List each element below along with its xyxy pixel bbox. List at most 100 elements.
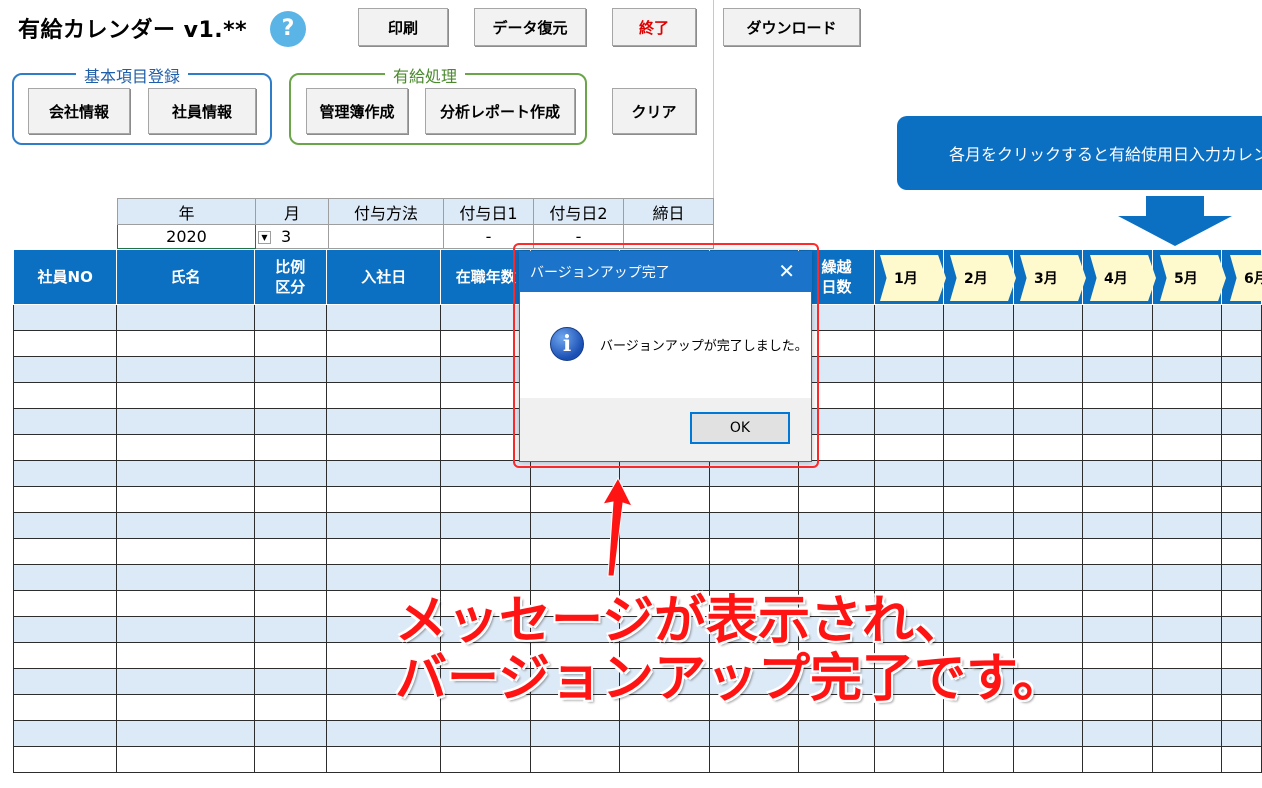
table-cell[interactable]: [1221, 407, 1262, 435]
table-cell[interactable]: [873, 719, 945, 747]
table-cell[interactable]: [116, 511, 255, 539]
table-cell[interactable]: [1221, 537, 1262, 565]
table-cell[interactable]: [1151, 745, 1223, 773]
management-book-button[interactable]: 管理簿作成: [306, 88, 408, 134]
table-cell[interactable]: [12, 303, 118, 331]
table-cell[interactable]: [1221, 719, 1262, 747]
table-cell[interactable]: [1221, 667, 1262, 695]
table-cell[interactable]: [1221, 459, 1262, 487]
table-cell[interactable]: [116, 563, 255, 591]
table-cell[interactable]: [1082, 563, 1153, 591]
table-cell[interactable]: [1151, 485, 1223, 513]
table-cell[interactable]: [12, 641, 118, 669]
table-cell[interactable]: [116, 407, 255, 435]
table-cell[interactable]: [873, 537, 945, 565]
month-cell[interactable]: ▼ 3: [255, 224, 329, 249]
table-cell[interactable]: [943, 719, 1014, 747]
table-cell[interactable]: [116, 381, 255, 409]
table-cell[interactable]: [1221, 615, 1262, 643]
table-cell[interactable]: [1082, 615, 1153, 643]
table-cell[interactable]: [873, 433, 945, 461]
table-cell[interactable]: [1151, 329, 1223, 357]
table-cell[interactable]: [12, 485, 118, 513]
table-cell[interactable]: [1151, 641, 1223, 669]
month-tab-3[interactable]: 3月: [1020, 255, 1086, 301]
table-cell[interactable]: [440, 511, 532, 539]
table-cell[interactable]: [116, 589, 255, 617]
table-cell[interactable]: [943, 485, 1014, 513]
table-cell[interactable]: [1012, 381, 1084, 409]
table-cell[interactable]: [873, 459, 945, 487]
table-cell[interactable]: [1012, 745, 1084, 773]
table-cell[interactable]: [943, 303, 1014, 331]
table-cell[interactable]: [326, 407, 442, 435]
company-info-button[interactable]: 会社情報: [28, 88, 130, 134]
table-cell[interactable]: [253, 615, 328, 643]
table-cell[interactable]: [1012, 537, 1084, 565]
table-cell[interactable]: [116, 355, 255, 383]
table-cell[interactable]: [873, 407, 945, 435]
table-cell[interactable]: [1082, 407, 1153, 435]
table-cell[interactable]: [253, 303, 328, 331]
download-button[interactable]: ダウンロード: [723, 8, 860, 46]
table-cell[interactable]: [326, 303, 442, 331]
table-cell[interactable]: [873, 329, 945, 357]
table-cell[interactable]: [708, 537, 800, 565]
employee-info-button[interactable]: 社員情報: [148, 88, 256, 134]
table-cell[interactable]: [1221, 641, 1262, 669]
table-cell[interactable]: [1151, 667, 1223, 695]
table-cell[interactable]: [326, 433, 442, 461]
table-cell[interactable]: [440, 563, 532, 591]
table-cell[interactable]: [326, 459, 442, 487]
table-cell[interactable]: [253, 641, 328, 669]
month-tab-1[interactable]: 1月: [880, 255, 946, 301]
table-cell[interactable]: [1151, 719, 1223, 747]
table-cell[interactable]: [253, 693, 328, 721]
table-cell[interactable]: [1082, 355, 1153, 383]
table-cell[interactable]: [1151, 537, 1223, 565]
table-cell[interactable]: [1151, 459, 1223, 487]
table-cell[interactable]: [943, 407, 1014, 435]
table-cell[interactable]: [1082, 433, 1153, 461]
table-cell[interactable]: [798, 563, 875, 591]
table-cell[interactable]: [12, 433, 118, 461]
table-cell[interactable]: [1221, 589, 1262, 617]
table-cell[interactable]: [326, 537, 442, 565]
table-cell[interactable]: [798, 485, 875, 513]
table-cell[interactable]: [798, 537, 875, 565]
table-cell[interactable]: [1221, 745, 1262, 773]
table-cell[interactable]: [440, 719, 532, 747]
table-cell[interactable]: [530, 745, 621, 773]
table-cell[interactable]: [326, 511, 442, 539]
table-cell[interactable]: [943, 537, 1014, 565]
analysis-report-button[interactable]: 分析レポート作成: [425, 88, 575, 134]
table-cell[interactable]: [943, 381, 1014, 409]
table-cell[interactable]: [1221, 485, 1262, 513]
table-cell[interactable]: [12, 693, 118, 721]
table-cell[interactable]: [326, 719, 442, 747]
table-cell[interactable]: [1221, 563, 1262, 591]
table-cell[interactable]: [873, 303, 945, 331]
table-cell[interactable]: [1151, 355, 1223, 383]
table-cell[interactable]: [708, 511, 800, 539]
table-cell[interactable]: [12, 329, 118, 357]
table-cell[interactable]: [798, 745, 875, 773]
table-cell[interactable]: [1082, 459, 1153, 487]
print-button[interactable]: 印刷: [358, 8, 448, 46]
exit-button[interactable]: 終了: [612, 8, 696, 46]
table-cell[interactable]: [253, 563, 328, 591]
table-cell[interactable]: [1151, 511, 1223, 539]
restore-data-button[interactable]: データ復元: [474, 8, 586, 46]
table-cell[interactable]: [326, 329, 442, 357]
table-cell[interactable]: [1012, 329, 1084, 357]
table-cell[interactable]: [326, 485, 442, 513]
table-cell[interactable]: [116, 615, 255, 643]
table-cell[interactable]: [1082, 667, 1153, 695]
table-cell[interactable]: [1221, 433, 1262, 461]
table-cell[interactable]: [12, 563, 118, 591]
table-cell[interactable]: [12, 719, 118, 747]
table-cell[interactable]: [326, 355, 442, 383]
table-cell[interactable]: [1082, 485, 1153, 513]
table-cell[interactable]: [1012, 719, 1084, 747]
table-cell[interactable]: [1082, 589, 1153, 617]
